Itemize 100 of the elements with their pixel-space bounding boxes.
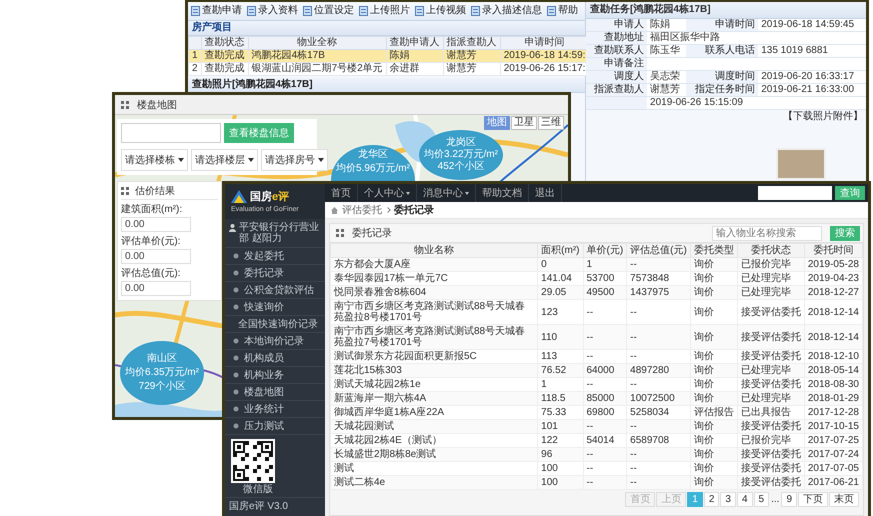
sidebar-item[interactable]: 本地询价记录 — [225, 332, 325, 350]
field-label: 评估单价(元): — [121, 236, 182, 248]
sidebar-item[interactable]: 委托记录 — [225, 264, 325, 282]
panel-title: 查勘任务[鸿鹏花园4栋17B] — [590, 4, 711, 15]
field-label: 查勘地址 — [586, 32, 648, 44]
toolbar-button[interactable]: 上传照片 — [358, 5, 411, 17]
value-field[interactable]: 0.00 — [121, 249, 191, 264]
sidebar-item[interactable]: 快速询价 — [225, 298, 325, 316]
table-cell: 查勘完成 — [201, 62, 248, 76]
page-button[interactable]: 3 — [720, 492, 736, 507]
toolbar-button[interactable]: 帮助 — [546, 5, 579, 17]
page-button[interactable]: 5 — [754, 492, 770, 507]
search-field[interactable]: 输入物业名称搜索 — [712, 226, 822, 240]
field-label: 调度时间 — [686, 70, 758, 84]
table-cell: 询价 — [690, 476, 738, 490]
field-value: 2019-06-20 16:33:17 — [758, 70, 866, 84]
circle-icon — [233, 372, 239, 378]
map-type-button[interactable]: 卫星 — [511, 116, 537, 130]
field-value: 2019-06-26 15:15:09 — [647, 96, 866, 110]
search-field[interactable] — [758, 186, 832, 200]
table-cell: -- — [626, 476, 690, 490]
sidebar-item[interactable]: 楼盘地图 — [225, 384, 325, 401]
document-icon — [247, 6, 256, 16]
table-cell: 118.5 — [538, 392, 583, 406]
field-label: 申请人 — [586, 19, 648, 32]
table-cell: 2017-10-15 — [804, 420, 862, 434]
document-icon — [415, 6, 424, 16]
caret-icon — [318, 158, 324, 162]
table-cell: 1 — [583, 258, 627, 272]
toolbar-button[interactable]: 录入描述信息 — [470, 5, 543, 17]
table-cell: 东方都会大厦A座 — [330, 258, 538, 272]
table-cell: -- — [626, 448, 690, 462]
section-title: 房产项目 — [192, 22, 232, 33]
table-cell: 询价 — [690, 392, 738, 406]
page-button[interactable]: 4 — [736, 492, 753, 507]
table-cell: 接受评估委托 — [737, 448, 804, 462]
grid-row[interactable]: 2 查勘完成 银湖蓝山润园二期7号楼2单元 余进群 谢慧芳 2019-06-26 15:17: — [188, 62, 589, 76]
sidebar-item[interactable]: 压力测试 — [225, 418, 325, 436]
table-cell: 64000 — [583, 364, 627, 378]
sidebar-item[interactable]: 公积金贷款评估 — [225, 282, 325, 299]
table-cell: 2017-07-24 — [804, 448, 862, 462]
document-icon — [303, 6, 312, 16]
breadcrumb-link[interactable]: 评估委托 — [342, 203, 382, 217]
table-cell: 询价 — [690, 324, 738, 350]
dropdown-select[interactable]: 请选择楼栋 — [121, 149, 188, 171]
page-button[interactable]: 末页 — [829, 492, 859, 507]
table-cell: 接受评估委托 — [737, 476, 804, 490]
table-cell: -- — [626, 258, 690, 272]
caret-icon — [465, 192, 469, 194]
sidebar-item[interactable]: 业务统计 — [225, 400, 325, 418]
page-button[interactable]: 2 — [704, 492, 720, 507]
column-header: 评估总值(元) — [626, 244, 690, 258]
caret-icon — [248, 158, 254, 162]
table-cell: 已处理完毕 — [737, 392, 804, 406]
column-header: 委托状态 — [737, 244, 804, 258]
grid-row[interactable]: 1 查勘完成 鸿鹏花园4栋17B 陈娟 谢慧芳 2019-06-18 14:59: — [188, 50, 589, 62]
caret-icon — [406, 192, 410, 194]
field-label: 调度人 — [586, 70, 648, 84]
page-button[interactable]: 下页 — [798, 492, 828, 507]
document-icon — [471, 6, 480, 16]
document-icon — [359, 6, 368, 16]
map-type-button[interactable]: 三维 — [538, 116, 564, 130]
version-label: 国房e评 V3.0 — [225, 497, 325, 516]
table-cell: 85000 — [583, 392, 627, 406]
ellipsis: ... — [770, 494, 780, 505]
table-cell: 询价 — [690, 364, 738, 378]
section-title: 查勘照片[鸿鹏花园4栋17B] — [192, 79, 313, 90]
toolbar-button[interactable]: 录入资料 — [246, 5, 299, 17]
dropdown-select[interactable]: 请选择房号 — [261, 149, 328, 171]
sidebar-item[interactable]: 发起委托 — [225, 248, 325, 265]
table-cell: 询价 — [690, 258, 738, 272]
sidebar-item[interactable]: 全国快速询价记录 — [225, 316, 325, 333]
table-cell: 49500 — [583, 286, 627, 300]
column-header: 委托类型 — [690, 244, 738, 258]
sidebar-item[interactable]: 机构业务 — [225, 366, 325, 384]
table-cell: 天城花园测试 — [330, 420, 538, 434]
breadcrumb-link[interactable]: 委托记录 — [394, 203, 434, 217]
search-field[interactable] — [121, 123, 221, 143]
table-cell: 已处理完毕 — [737, 364, 804, 378]
value-field[interactable]: 0.00 — [121, 281, 191, 296]
page-button[interactable]: 9 — [781, 492, 797, 507]
table-cell: 新蓝海岸一期六栋4A — [330, 392, 538, 406]
qr-code — [231, 439, 275, 484]
toolbar-button[interactable]: 位置设定 — [302, 5, 355, 17]
district-name: 龙华区 — [358, 149, 388, 161]
value-field[interactable]: 0.00 — [121, 217, 191, 232]
field-label: 评估总值(元): — [121, 268, 182, 280]
sidebar-item[interactable]: 机构成员 — [225, 350, 325, 367]
column-header: 单价(元) — [583, 244, 627, 258]
window-title: 楼盘地图 — [137, 98, 177, 112]
toolbar-button[interactable]: 上传视频 — [414, 5, 467, 17]
circle-icon — [233, 354, 239, 361]
toolbar-button[interactable]: 查勘申请 — [190, 5, 243, 17]
dropdown-select[interactable]: 请选择楼层 — [191, 149, 258, 171]
district-name: 龙岗区 — [446, 137, 476, 149]
average-price: 均价3.22万元/m² — [424, 149, 498, 160]
column-header: 查勘状态 — [201, 36, 248, 50]
table-cell: -- — [626, 324, 690, 350]
download-link[interactable]: 【下载照片附件】 — [783, 111, 863, 123]
column-header: 物业全称 — [248, 36, 386, 50]
